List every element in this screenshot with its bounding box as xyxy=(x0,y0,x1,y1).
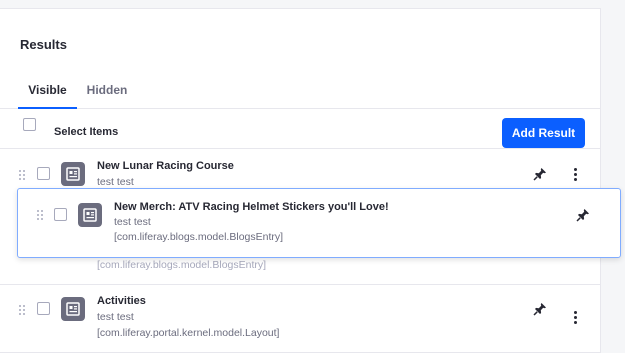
item-checkbox[interactable] xyxy=(37,167,50,180)
document-icon xyxy=(61,297,85,321)
item-title[interactable]: New Merch: ATV Racing Helmet Stickers yo… xyxy=(114,201,389,213)
item-checkbox[interactable] xyxy=(37,302,50,315)
item-subtitle: test test xyxy=(97,176,134,188)
drag-handle-icon[interactable] xyxy=(37,210,43,220)
item-title[interactable]: Activities xyxy=(97,295,146,307)
tab-visible[interactable]: Visible xyxy=(18,72,77,109)
more-options-icon[interactable] xyxy=(574,168,578,182)
dragging-item[interactable]: New Merch: ATV Racing Helmet Stickers yo… xyxy=(17,188,621,258)
pin-icon[interactable] xyxy=(533,167,547,181)
add-result-button[interactable]: Add Result xyxy=(502,118,585,148)
divider xyxy=(0,148,601,149)
item-type: [com.liferay.portal.kernel.model.Layout] xyxy=(97,327,280,339)
panel-title: Results xyxy=(20,37,67,52)
item-title[interactable]: New Lunar Racing Course xyxy=(97,160,234,172)
tab-hidden[interactable]: Hidden xyxy=(80,72,134,108)
select-all-checkbox[interactable] xyxy=(23,118,36,131)
more-options-icon[interactable] xyxy=(574,311,578,325)
pin-icon[interactable] xyxy=(576,208,590,222)
item-type: [com.liferay.blogs.model.BlogsEntry] xyxy=(97,259,267,271)
item-subtitle: test test xyxy=(114,216,151,228)
tab-bar: Visible Hidden xyxy=(0,72,601,109)
select-items-label: Select Items xyxy=(54,126,119,138)
pin-icon[interactable] xyxy=(533,302,547,316)
drag-handle-icon[interactable] xyxy=(19,305,25,315)
drag-handle-icon[interactable] xyxy=(19,170,25,180)
document-icon xyxy=(78,203,102,227)
item-checkbox[interactable] xyxy=(54,208,67,221)
item-type: [com.liferay.blogs.model.BlogsEntry] xyxy=(114,231,284,243)
divider xyxy=(0,284,601,285)
results-panel: Results Visible Hidden Select Items Add … xyxy=(0,8,601,353)
item-subtitle: test test xyxy=(97,311,134,323)
document-icon xyxy=(61,162,85,186)
